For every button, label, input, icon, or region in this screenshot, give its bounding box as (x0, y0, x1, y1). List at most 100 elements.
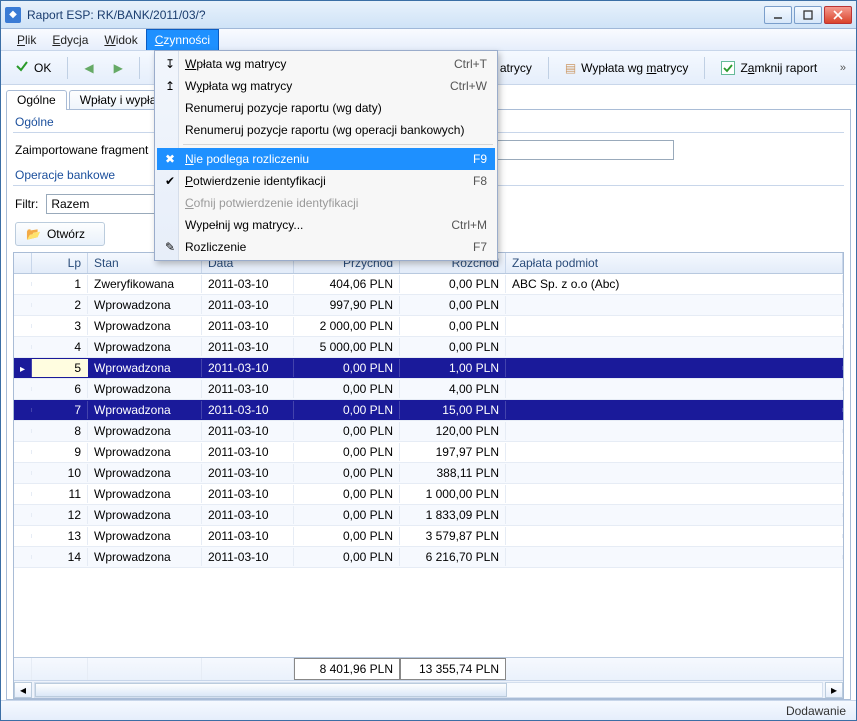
table-row[interactable]: 7Wprowadzona2011-03-100,00 PLN15,00 PLN (14, 400, 843, 421)
cell-stan: Wprowadzona (88, 443, 202, 461)
col-marker[interactable] (14, 253, 32, 273)
menu-plik[interactable]: Plik (9, 29, 44, 50)
cell-zaplata (506, 492, 843, 496)
scroll-right-button[interactable]: ▸ (825, 682, 843, 698)
cell-lp: 9 (32, 443, 88, 461)
table-row[interactable]: 11Wprowadzona2011-03-100,00 PLN1 000,00 … (14, 484, 843, 505)
separator (67, 57, 68, 79)
row-marker (14, 429, 32, 433)
scroll-thumb[interactable] (35, 683, 507, 697)
menu-item[interactable]: ↥Wypłata wg matrycyCtrl+W (157, 75, 495, 97)
cell-data: 2011-03-10 (202, 422, 294, 440)
nav-fwd-button[interactable]: ▶ (106, 58, 131, 78)
row-marker (14, 534, 32, 538)
zamknij-label: Zamknij raport (740, 61, 817, 75)
wyplata-matrycy-button[interactable]: ▤ Wypłata wg matrycy (557, 58, 697, 78)
cell-lp: 5 (32, 359, 88, 377)
table-row[interactable]: 12Wprowadzona2011-03-100,00 PLN1 833,09 … (14, 505, 843, 526)
horizontal-scrollbar[interactable]: ◂ ▸ (14, 680, 843, 698)
menu-item[interactable]: ✎RozliczenieF7 (157, 236, 495, 258)
app-icon: ◆ (5, 7, 21, 23)
scroll-track[interactable] (34, 682, 823, 698)
menu-item[interactable]: Renumeruj pozycje raportu (wg daty) (157, 97, 495, 119)
table-row[interactable]: 10Wprowadzona2011-03-100,00 PLN388,11 PL… (14, 463, 843, 484)
cell-rozchod: 4,00 PLN (400, 380, 506, 398)
menu-item[interactable]: Wypełnij wg matrycy...Ctrl+M (157, 214, 495, 236)
cell-stan: Wprowadzona (88, 548, 202, 566)
table-row[interactable]: 4Wprowadzona2011-03-105 000,00 PLN0,00 P… (14, 337, 843, 358)
cell-rozchod: 0,00 PLN (400, 275, 506, 293)
table-row[interactable]: 3Wprowadzona2011-03-102 000,00 PLN0,00 P… (14, 316, 843, 337)
row-marker (14, 408, 32, 412)
cell-stan: Wprowadzona (88, 296, 202, 314)
cell-lp: 12 (32, 506, 88, 524)
table-row[interactable]: 1Zweryfikowana2011-03-10404,06 PLN0,00 P… (14, 274, 843, 295)
cell-rozchod: 388,11 PLN (400, 464, 506, 482)
menu-item[interactable]: ✖Nie podlega rozliczeniuF9 (157, 148, 495, 170)
table-row[interactable]: 14Wprowadzona2011-03-100,00 PLN6 216,70 … (14, 547, 843, 568)
cell-zaplata (506, 429, 843, 433)
nav-back-button[interactable]: ◀ (76, 58, 101, 78)
cell-rozchod: 1 000,00 PLN (400, 485, 506, 503)
menu-item[interactable]: ↧Wpłata wg matrycyCtrl+T (157, 53, 495, 75)
menubar: Plik Edycja Widok Czynności (1, 29, 856, 51)
cell-data: 2011-03-10 (202, 338, 294, 356)
close-button[interactable] (824, 6, 852, 24)
table-row[interactable]: 6Wprowadzona2011-03-100,00 PLN4,00 PLN (14, 379, 843, 400)
menu-item[interactable]: ✔Potwierdzenie identyfikacjiF8 (157, 170, 495, 192)
ok-button[interactable]: OK (7, 56, 59, 79)
cell-zaplata (506, 408, 843, 412)
cell-rozchod: 0,00 PLN (400, 296, 506, 314)
cell-zaplata: ABC Sp. z o.o (Abc) (506, 275, 843, 293)
cell-data: 2011-03-10 (202, 464, 294, 482)
menu-item-label: Nie podlega rozliczeniu (185, 152, 309, 166)
separator (704, 57, 705, 79)
row-marker (14, 359, 32, 377)
cell-lp: 3 (32, 317, 88, 335)
table-row[interactable]: 2Wprowadzona2011-03-10997,90 PLN0,00 PLN (14, 295, 843, 316)
cell-stan: Zweryfikowana (88, 275, 202, 293)
toolbar-overflow-icon[interactable]: » (840, 62, 850, 74)
filter-label: Filtr: (15, 197, 38, 211)
cell-zaplata (506, 303, 843, 307)
app-window: ◆ Raport ESP: RK/BANK/2011/03/? Plik Edy… (0, 0, 857, 721)
scroll-left-button[interactable]: ◂ (14, 682, 32, 698)
table-row[interactable]: 5Wprowadzona2011-03-100,00 PLN1,00 PLN (14, 358, 843, 379)
menu-widok[interactable]: Widok (96, 29, 145, 50)
check-icon: ✔ (162, 173, 178, 189)
cell-stan: Wprowadzona (88, 422, 202, 440)
grid-body[interactable]: 1Zweryfikowana2011-03-10404,06 PLN0,00 P… (14, 274, 843, 657)
row-marker (14, 387, 32, 391)
menu-item-label: Wypełnij wg matrycy... (185, 218, 303, 232)
menu-edycja[interactable]: Edycja (44, 29, 96, 50)
menu-item[interactable]: Renumeruj pozycje raportu (wg operacji b… (157, 119, 495, 141)
wyplata-label: Wypłata wg matrycy (581, 61, 688, 75)
arrow-out-icon: ↥ (162, 78, 178, 94)
table-row[interactable]: 8Wprowadzona2011-03-100,00 PLN120,00 PLN (14, 421, 843, 442)
cell-przychod: 0,00 PLN (294, 359, 400, 377)
table-row[interactable]: 9Wprowadzona2011-03-100,00 PLN197,97 PLN (14, 442, 843, 463)
menu-czynnosci[interactable]: Czynności (146, 29, 219, 50)
tab-ogolne[interactable]: Ogólne (6, 90, 67, 110)
cell-zaplata (506, 555, 843, 559)
czynnosci-menu: ↧Wpłata wg matrycyCtrl+T↥Wypłata wg matr… (154, 50, 498, 261)
menu-item-label: Cofnij potwierdzenie identyfikacji (185, 196, 358, 210)
cell-rozchod: 3 579,87 PLN (400, 527, 506, 545)
col-lp[interactable]: Lp (32, 253, 88, 273)
minimize-button[interactable] (764, 6, 792, 24)
otworz-button[interactable]: 📂 Otwórz (15, 222, 105, 246)
maximize-button[interactable] (794, 6, 822, 24)
menu-item-label: Rozliczenie (185, 240, 246, 254)
cell-zaplata (506, 471, 843, 475)
cell-przychod: 5 000,00 PLN (294, 338, 400, 356)
table-row[interactable]: 13Wprowadzona2011-03-100,00 PLN3 579,87 … (14, 526, 843, 547)
cell-rozchod: 120,00 PLN (400, 422, 506, 440)
cell-lp: 7 (32, 401, 88, 419)
col-zaplata[interactable]: Zapłata podmiot (506, 253, 843, 273)
toolbar-matrycy-partial[interactable]: atrycy (492, 58, 540, 78)
grid-footer: 8 401,96 PLN 13 355,74 PLN (14, 657, 843, 680)
cell-data: 2011-03-10 (202, 548, 294, 566)
zamknij-raport-button[interactable]: Zamknij raport (713, 58, 825, 78)
ok-label: OK (34, 61, 51, 75)
cell-rozchod: 0,00 PLN (400, 317, 506, 335)
